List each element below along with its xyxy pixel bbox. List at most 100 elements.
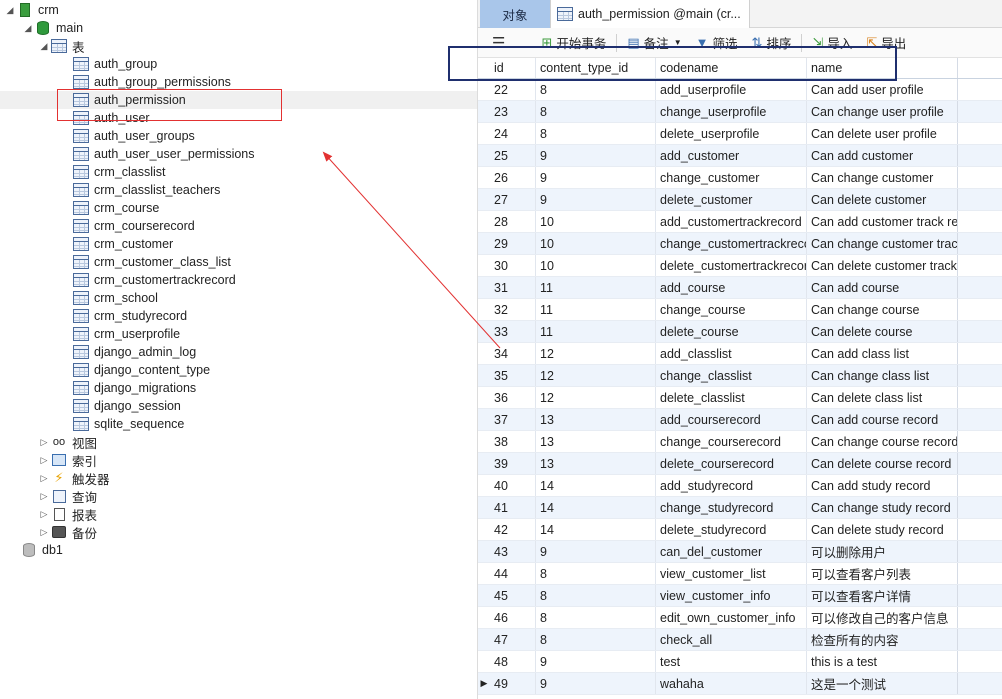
note-button[interactable]: ▤ 备注 ▼: [623, 31, 685, 55]
cell-codename[interactable]: add_customer: [656, 145, 807, 166]
collapse-arrow-icon[interactable]: ◢: [22, 23, 34, 34]
tree-table-item[interactable]: auth_permission: [0, 91, 477, 109]
cell-codename[interactable]: change_customer: [656, 167, 807, 188]
cell-content-type-id[interactable]: 8: [536, 79, 656, 100]
cell-id[interactable]: 34: [490, 343, 536, 364]
tree-table-item[interactable]: crm_classlist_teachers: [0, 181, 477, 199]
cell-content-type-id[interactable]: 14: [536, 519, 656, 540]
cell-name[interactable]: Can change user profile: [807, 101, 958, 122]
cell-codename[interactable]: add_course: [656, 277, 807, 298]
table-row[interactable]: 30 10 delete_customertrackrecord Can delete…: [478, 255, 1002, 277]
cell-id[interactable]: 36: [490, 387, 536, 408]
expand-arrow-icon[interactable]: ▷: [38, 509, 50, 520]
cell-content-type-id[interactable]: 11: [536, 277, 656, 298]
cell-name[interactable]: Can change customer track record: [807, 233, 958, 254]
cell-codename[interactable]: delete_classlist: [656, 387, 807, 408]
tree-table-item[interactable]: crm_customer: [0, 235, 477, 253]
cell-name[interactable]: Can add customer track record: [807, 211, 958, 232]
cell-name[interactable]: Can add study record: [807, 475, 958, 496]
cell-codename[interactable]: change_studyrecord: [656, 497, 807, 518]
tree-table-item[interactable]: auth_user_groups: [0, 127, 477, 145]
cell-name[interactable]: Can delete course record: [807, 453, 958, 474]
cell-codename[interactable]: change_courserecord: [656, 431, 807, 452]
collapse-arrow-icon[interactable]: ◢: [38, 41, 50, 52]
cell-name[interactable]: Can change study record: [807, 497, 958, 518]
cell-content-type-id[interactable]: 9: [536, 541, 656, 562]
tree-folder-item[interactable]: ▷ 报表: [0, 505, 477, 523]
cell-codename[interactable]: add_courserecord: [656, 409, 807, 430]
table-row[interactable]: 28 10 add_customertrackrecord Can add custo…: [478, 211, 1002, 233]
cell-id[interactable]: 44: [490, 563, 536, 584]
table-row[interactable]: ▶ 49 9 wahaha 这是一个测试: [478, 673, 1002, 695]
cell-name[interactable]: Can change course record: [807, 431, 958, 452]
table-row[interactable]: 40 14 add_studyrecord Can add study record: [478, 475, 1002, 497]
table-row[interactable]: 44 8 view_customer_list 可以查看客户列表: [478, 563, 1002, 585]
collapse-arrow-icon[interactable]: ◢: [4, 5, 16, 16]
table-row[interactable]: 48 9 test this is a test: [478, 651, 1002, 673]
cell-id[interactable]: 43: [490, 541, 536, 562]
cell-content-type-id[interactable]: 9: [536, 651, 656, 672]
tree-folder-item[interactable]: ▷ 索引: [0, 451, 477, 469]
table-row[interactable]: 25 9 add_customer Can add customer: [478, 145, 1002, 167]
cell-id[interactable]: 33: [490, 321, 536, 342]
column-header-name[interactable]: name: [807, 58, 958, 78]
expand-arrow-icon[interactable]: ▷: [38, 437, 50, 448]
tree-table-item[interactable]: crm_course: [0, 199, 477, 217]
chevron-down-icon[interactable]: ▼: [674, 38, 682, 47]
cell-id[interactable]: 22: [490, 79, 536, 100]
cell-content-type-id[interactable]: 8: [536, 563, 656, 584]
cell-content-type-id[interactable]: 8: [536, 123, 656, 144]
column-header-codename[interactable]: codename: [656, 58, 807, 78]
cell-name[interactable]: Can delete customer track record: [807, 255, 958, 276]
cell-id[interactable]: 23: [490, 101, 536, 122]
tree-table-item[interactable]: crm_customertrackrecord: [0, 271, 477, 289]
cell-content-type-id[interactable]: 10: [536, 233, 656, 254]
tree-table-item[interactable]: auth_user_user_permissions: [0, 145, 477, 163]
tree-table-item[interactable]: django_migrations: [0, 379, 477, 397]
table-row[interactable]: 43 9 can_del_customer 可以删除用户: [478, 541, 1002, 563]
tree-folder-item[interactable]: ▷ 备份: [0, 523, 477, 541]
cell-id[interactable]: 29: [490, 233, 536, 254]
cell-content-type-id[interactable]: 9: [536, 145, 656, 166]
cell-name[interactable]: Can delete study record: [807, 519, 958, 540]
tree-table-item[interactable]: django_admin_log: [0, 343, 477, 361]
cell-content-type-id[interactable]: 9: [536, 673, 656, 694]
table-row[interactable]: 29 10 change_customertrackrecord Can change…: [478, 233, 1002, 255]
cell-content-type-id[interactable]: 13: [536, 453, 656, 474]
tree-table-item[interactable]: crm_classlist: [0, 163, 477, 181]
cell-name[interactable]: Can delete customer: [807, 189, 958, 210]
table-row[interactable]: 33 11 delete_course Can delete course: [478, 321, 1002, 343]
table-row[interactable]: 26 9 change_customer Can change customer: [478, 167, 1002, 189]
cell-id[interactable]: 41: [490, 497, 536, 518]
cell-name[interactable]: Can add class list: [807, 343, 958, 364]
cell-id[interactable]: 25: [490, 145, 536, 166]
cell-content-type-id[interactable]: 10: [536, 211, 656, 232]
table-row[interactable]: 34 12 add_classlist Can add class list: [478, 343, 1002, 365]
cell-content-type-id[interactable]: 12: [536, 387, 656, 408]
cell-name[interactable]: 可以删除用户: [807, 541, 958, 562]
cell-content-type-id[interactable]: 11: [536, 299, 656, 320]
cell-content-type-id[interactable]: 10: [536, 255, 656, 276]
expand-arrow-icon[interactable]: ▷: [38, 455, 50, 466]
menu-icon[interactable]: ☰: [488, 31, 509, 55]
table-row[interactable]: 46 8 edit_own_customer_info 可以修改自己的客户信息: [478, 607, 1002, 629]
cell-id[interactable]: 39: [490, 453, 536, 474]
cell-codename[interactable]: delete_userprofile: [656, 123, 807, 144]
tree-table-item[interactable]: auth_group_permissions: [0, 73, 477, 91]
cell-codename[interactable]: delete_courserecord: [656, 453, 807, 474]
cell-id[interactable]: 42: [490, 519, 536, 540]
tree-table-item[interactable]: crm_studyrecord: [0, 307, 477, 325]
expand-arrow-icon[interactable]: ▷: [38, 491, 50, 502]
cell-codename[interactable]: view_customer_info: [656, 585, 807, 606]
cell-id[interactable]: 32: [490, 299, 536, 320]
expand-arrow-icon[interactable]: ▷: [38, 473, 50, 484]
cell-content-type-id[interactable]: 9: [536, 167, 656, 188]
tab-auth-permission[interactable]: auth_permission @main (cr...: [550, 0, 750, 28]
cell-id[interactable]: 35: [490, 365, 536, 386]
cell-id[interactable]: 27: [490, 189, 536, 210]
filter-button[interactable]: ▼ 筛选: [692, 31, 742, 55]
table-row[interactable]: 41 14 change_studyrecord Can change study r…: [478, 497, 1002, 519]
tree-node-tables-folder[interactable]: ◢ 表: [0, 37, 477, 55]
table-row[interactable]: 35 12 change_classlist Can change class lis…: [478, 365, 1002, 387]
table-row[interactable]: 32 11 change_course Can change course: [478, 299, 1002, 321]
